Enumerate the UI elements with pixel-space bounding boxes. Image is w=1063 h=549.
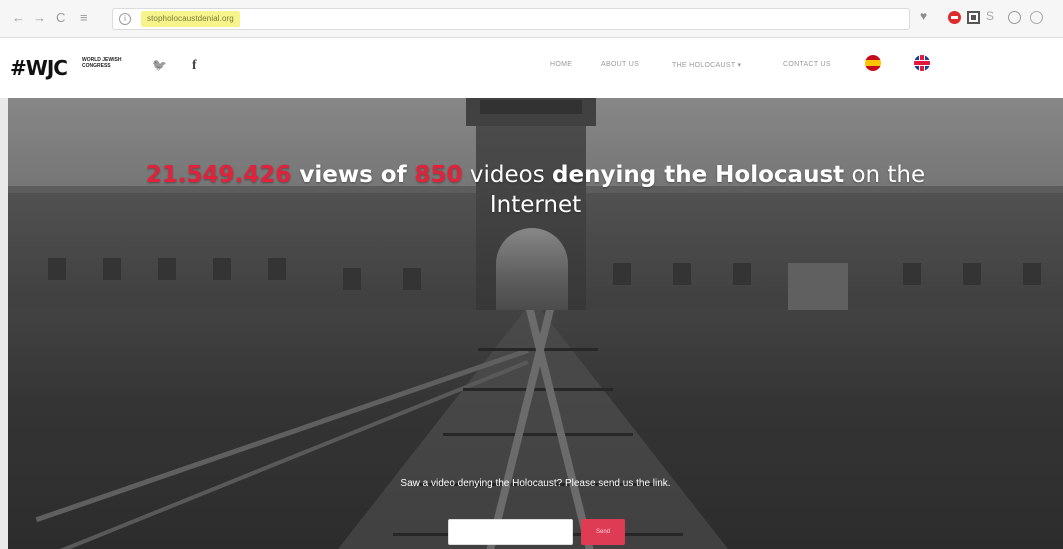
extension-icon[interactable] <box>967 11 980 24</box>
reload-icon[interactable]: C <box>56 10 65 26</box>
nav-about-us[interactable]: ABOUT US <box>601 61 639 68</box>
video-link-input[interactable] <box>448 519 573 545</box>
cta-text: Saw a video denying the Holocaust? Pleas… <box>400 478 671 489</box>
reader-icon[interactable]: ≡ <box>80 10 88 26</box>
back-icon[interactable]: ← <box>12 10 25 26</box>
adblock-icon[interactable] <box>948 11 961 24</box>
denying-text: denying the Holocaust <box>552 162 845 188</box>
forward-icon[interactable]: → <box>33 10 46 26</box>
twitter-icon[interactable]: 🐦 <box>152 58 167 72</box>
hero-headline: 21.549.426 views of 850 videos denying t… <box>128 160 943 220</box>
nav-home[interactable]: HOME <box>550 61 572 68</box>
settings-icon[interactable] <box>1008 11 1021 24</box>
logo-text: World Jewish Congress <box>82 57 122 69</box>
views-count: 21.549.426 <box>145 162 292 188</box>
url-text[interactable]: stopholocaustdenial.org <box>141 11 240 27</box>
views-text: views of <box>291 162 415 188</box>
profile-icon[interactable] <box>1030 11 1043 24</box>
uk-flag-icon[interactable] <box>914 55 930 71</box>
info-icon[interactable]: i <box>119 13 131 25</box>
s-extension-icon[interactable]: S <box>986 9 994 23</box>
heart-icon[interactable]: ♥ <box>920 9 927 23</box>
wjc-logo[interactable]: #WJC <box>10 56 68 80</box>
nav-the-holocaust[interactable]: THE HOLOCAUST ▾ <box>672 61 741 69</box>
facebook-icon[interactable]: f <box>192 58 197 74</box>
nav-contact-us[interactable]: CONTACT US <box>783 61 831 68</box>
videos-text: videos <box>462 162 553 188</box>
send-button[interactable]: Send <box>581 519 625 545</box>
address-bar[interactable]: i stopholocaustdenial.org <box>112 8 910 30</box>
browser-toolbar: ← → C ≡ i stopholocaustdenial.org ♥ S <box>0 0 1063 38</box>
videos-count: 850 <box>414 162 463 188</box>
hero-section: 21.549.426 views of 850 videos denying t… <box>8 98 1063 549</box>
site-header: #WJC World Jewish Congress 🐦 f HOME ABOU… <box>0 38 1063 98</box>
spanish-flag-icon[interactable] <box>865 55 881 71</box>
